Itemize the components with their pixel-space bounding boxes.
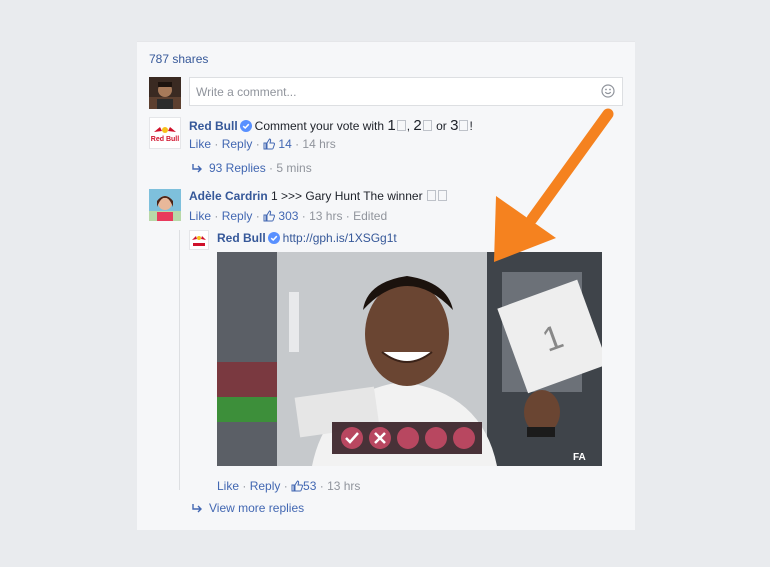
annotation-arrow	[494, 108, 614, 262]
